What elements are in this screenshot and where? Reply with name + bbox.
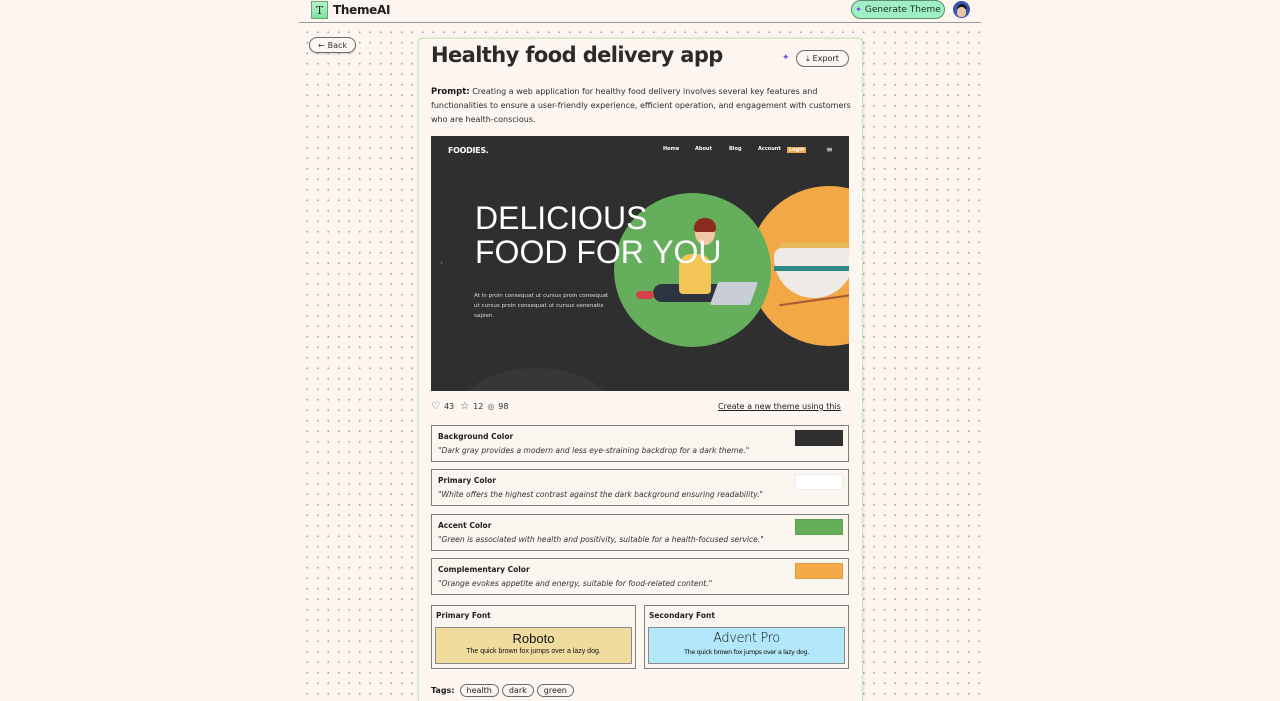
generate-theme-button[interactable]: ✦ Generate Theme	[851, 0, 945, 19]
theme-detail-card: Healthy food delivery app ✦ ⤓ Export Pro…	[418, 38, 863, 701]
tag-chip[interactable]: dark	[501, 684, 534, 697]
eye-icon: ◎	[487, 402, 495, 411]
color-swatch[interactable]	[795, 474, 843, 490]
stars-count: 12	[473, 402, 484, 411]
font-pangram: The quick brown fox jumps over a lazy do…	[466, 648, 601, 655]
preview-headline-line2: FOOD FOR YOU	[475, 234, 722, 270]
preview-nav-account: Account	[758, 146, 781, 152]
color-label: Primary Color	[438, 476, 496, 485]
heart-icon[interactable]: ♡	[431, 401, 440, 412]
preview-menu-icon: ≡	[826, 145, 833, 154]
tags-label: Tags:	[431, 686, 455, 695]
magic-wand-icon[interactable]: ✦	[782, 53, 790, 63]
color-swatch[interactable]	[795, 430, 843, 446]
theme-stats: ♡ 43 ☆ 12 ◎ 98	[431, 401, 508, 412]
color-label: Complementary Color	[438, 565, 530, 574]
back-label: Back	[327, 40, 348, 50]
color-card-accent: Accent Color "Green is associated with h…	[431, 514, 849, 551]
font-label: Primary Font	[436, 611, 491, 620]
preview-logo: FOODIES.	[448, 146, 489, 155]
tag-chip[interactable]: green	[536, 684, 574, 697]
font-name: Roboto	[512, 631, 555, 646]
color-description: "Orange evokes appetite and energy, suit…	[438, 579, 713, 588]
preview-nav-about: About	[695, 146, 712, 152]
font-sample: Advent Pro The quick brown fox jumps ove…	[648, 627, 845, 664]
font-card-secondary: Secondary Font Advent Pro The quick brow…	[644, 605, 849, 669]
prompt-body: Creating a web application for healthy f…	[431, 87, 851, 124]
prompt-text: Prompt: Creating a web application for h…	[431, 85, 851, 126]
magic-wand-icon: ✦	[855, 5, 862, 14]
preview-login-button: Login	[787, 147, 807, 153]
color-description: "Dark gray provides a modern and less ey…	[438, 446, 750, 455]
export-label: Export	[812, 54, 839, 63]
arrow-left-icon: ←	[317, 40, 325, 50]
user-avatar[interactable]	[953, 1, 970, 18]
laptop-illustration	[709, 282, 759, 305]
app-name[interactable]: ThemeAI	[333, 3, 390, 17]
color-label: Background Color	[438, 432, 514, 441]
color-description: "White offers the highest contrast again…	[438, 490, 764, 499]
color-card-complementary: Complementary Color "Orange evokes appet…	[431, 558, 849, 595]
color-description: "Green is associated with health and pos…	[438, 535, 764, 544]
top-bar: T ThemeAI ✦ Generate Theme	[299, 0, 981, 23]
prompt-label: Prompt:	[431, 87, 470, 97]
app-frame: T ThemeAI ✦ Generate Theme ← Back Health…	[299, 0, 981, 701]
back-button[interactable]: ← Back	[309, 37, 356, 53]
export-button[interactable]: ⤓ Export	[796, 50, 849, 67]
tags-row: Tags: health dark green	[431, 684, 574, 697]
download-icon: ⤓	[806, 53, 810, 63]
tag-chip[interactable]: health	[459, 684, 499, 697]
font-sample: Roboto The quick brown fox jumps over a …	[435, 627, 632, 664]
decorative-circle	[461, 368, 611, 391]
woman-illustration-shoe	[636, 291, 654, 299]
logo-icon[interactable]: T	[311, 1, 328, 19]
generate-theme-label: Generate Theme	[864, 4, 941, 15]
font-card-primary: Primary Font Roboto The quick brown fox …	[431, 605, 636, 669]
color-swatch[interactable]	[795, 563, 843, 579]
page-title: Healthy food delivery app	[431, 43, 723, 67]
color-label: Accent Color	[438, 521, 492, 530]
theme-preview-image: FOODIES. Home About Blog Account Login ≡…	[431, 136, 849, 391]
preview-headline: DELICIOUS FOOD FOR YOU	[475, 201, 722, 269]
preview-subtext: At in proin consequat ut cursus proin co…	[474, 293, 609, 319]
preview-headline-line1: DELICIOUS	[475, 200, 648, 236]
star-icon[interactable]: ☆	[460, 401, 469, 412]
font-label: Secondary Font	[649, 611, 715, 620]
font-pangram: The quick brown fox jumps over a lazy do…	[684, 648, 809, 656]
views-count: 98	[498, 402, 509, 411]
color-swatch[interactable]	[795, 519, 843, 535]
bowl-stripe	[774, 266, 849, 271]
preview-nav-blog: Blog	[729, 146, 742, 152]
create-theme-link[interactable]: Create a new theme using this	[718, 402, 841, 411]
preview-prev-arrow-icon: ‹	[440, 258, 444, 267]
color-card-primary: Primary Color "White offers the highest …	[431, 469, 849, 506]
font-name: Advent Pro	[713, 631, 780, 646]
color-card-background: Background Color "Dark gray provides a m…	[431, 425, 849, 462]
likes-count: 43	[443, 402, 455, 411]
preview-nav-home: Home	[663, 146, 680, 152]
